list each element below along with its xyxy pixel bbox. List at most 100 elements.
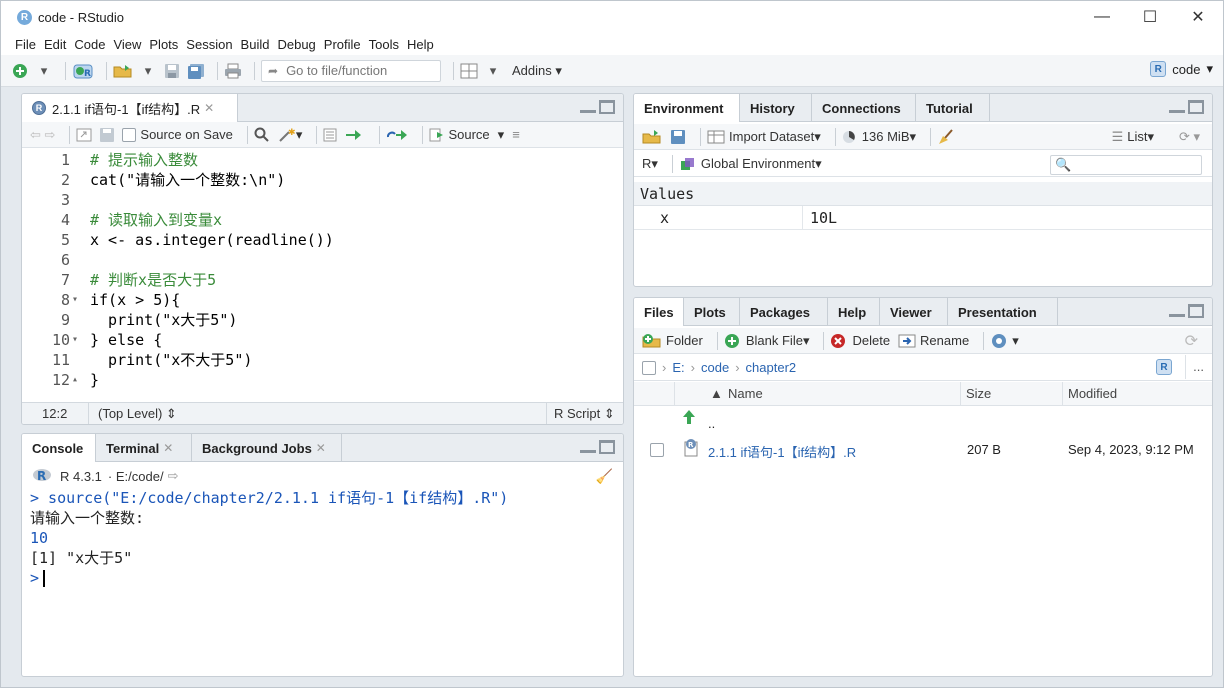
tab-packages[interactable]: Packages (740, 298, 828, 326)
show-in-window-icon[interactable] (76, 128, 92, 142)
environment-variable-row[interactable]: x 10L (634, 206, 1212, 230)
source-button[interactable]: Source (429, 127, 490, 142)
close-icon[interactable]: ✕ (204, 101, 214, 115)
breadcrumb-drive[interactable]: E: (672, 360, 684, 375)
menu-help[interactable]: Help (407, 37, 434, 52)
new-project-icon[interactable]: R (72, 61, 94, 81)
menu-plots[interactable]: Plots (149, 37, 178, 52)
console-output[interactable]: > source("E:/code/chapter2/2.1.1 if语句-1【… (30, 488, 615, 588)
rename-button[interactable]: Rename (898, 333, 969, 348)
file-checkbox[interactable] (650, 443, 664, 457)
menu-profile[interactable]: Profile (324, 37, 361, 52)
source-on-save-checkbox[interactable]: Source on Save (122, 127, 233, 142)
save-workspace-icon[interactable] (670, 129, 686, 145)
close-button[interactable]: ✕ (1175, 1, 1221, 33)
pane-min-max[interactable] (1169, 100, 1204, 114)
tab-environment[interactable]: Environment (634, 94, 740, 122)
rerun-icon[interactable] (386, 129, 408, 141)
console-prompt-line[interactable]: > (30, 568, 615, 588)
column-size[interactable]: Size (966, 386, 991, 401)
goto-file-input[interactable]: ➦ Go to file/function (261, 59, 441, 82)
go-to-directory-icon[interactable]: ⇨ (168, 468, 179, 484)
import-dataset-button[interactable]: Import Dataset ▾ (707, 129, 821, 145)
align-icon[interactable]: ≡ (512, 127, 520, 142)
grid-layout-icon[interactable] (460, 61, 478, 81)
save-icon[interactable] (100, 127, 115, 142)
save-all-icon[interactable] (187, 61, 205, 81)
print-icon[interactable] (224, 61, 242, 81)
minimize-button[interactable]: — (1079, 1, 1125, 33)
list-view-button[interactable]: ☰ List ▾ (1112, 129, 1154, 145)
parent-directory-row[interactable]: .. (634, 406, 1212, 434)
chevron-down-icon[interactable]: ▾ (484, 61, 502, 81)
load-workspace-icon[interactable] (642, 129, 662, 145)
fold-marker[interactable]: ▴ (72, 370, 84, 390)
file-name-link[interactable]: 2.1.1 if语句-1【if结构】.R (708, 442, 856, 461)
pane-min-max[interactable] (580, 100, 615, 114)
menu-session[interactable]: Session (186, 37, 232, 52)
menu-tools[interactable]: Tools (369, 37, 399, 52)
scope-selector[interactable]: (Top Level) ⇕ (98, 406, 177, 422)
menu-debug[interactable]: Debug (277, 37, 315, 52)
open-folder-icon[interactable] (113, 61, 133, 81)
more-gear-menu[interactable]: ▾ (990, 332, 1019, 350)
select-all-checkbox[interactable] (642, 360, 656, 375)
fold-marker[interactable]: ▾ (72, 290, 84, 310)
environment-search-input[interactable]: 🔍 (1050, 155, 1202, 175)
editor-tab[interactable]: R 2.1.1 if语句-1【if结构】.R ✕ (22, 94, 238, 122)
chevron-down-icon[interactable]: ▾ (139, 61, 157, 81)
pane-min-max[interactable] (580, 440, 615, 454)
close-icon[interactable]: ✕ (316, 441, 326, 455)
tab-terminal[interactable]: Terminal ✕ (96, 434, 192, 462)
menu-file[interactable]: File (15, 37, 36, 52)
chevron-down-icon[interactable]: ▾ (35, 61, 53, 81)
more-options-button[interactable]: ... (1193, 359, 1204, 374)
refresh-icon[interactable]: ⟳ (1185, 331, 1198, 351)
back-forward-icon[interactable]: ⇦ ⇨ (30, 127, 55, 143)
menu-view[interactable]: View (113, 37, 141, 52)
menu-code[interactable]: Code (74, 37, 105, 52)
tab-connections[interactable]: Connections (812, 94, 916, 122)
memory-usage-button[interactable]: 136 MiB ▾ (842, 129, 916, 145)
menu-build[interactable]: Build (241, 37, 270, 52)
clear-console-icon[interactable]: 🧹 (596, 468, 613, 485)
breadcrumb-code[interactable]: code (701, 360, 729, 375)
new-folder-button[interactable]: Folder (642, 333, 703, 349)
tab-history[interactable]: History (740, 94, 812, 122)
search-icon[interactable] (254, 127, 270, 143)
project-menu[interactable]: R code ▾ (1150, 61, 1213, 77)
run-line-icon[interactable] (345, 129, 365, 141)
pane-min-max[interactable] (1169, 304, 1204, 318)
magic-wand-icon[interactable]: ✱ ▾ (278, 127, 302, 143)
fold-marker[interactable]: ▾ (72, 330, 84, 350)
tab-plots[interactable]: Plots (684, 298, 740, 326)
document-outline-icon[interactable] (323, 128, 337, 142)
menu-edit[interactable]: Edit (44, 37, 66, 52)
language-selector[interactable]: R ▾ (642, 156, 658, 172)
maximize-button[interactable]: ☐ (1127, 1, 1173, 33)
tab-help[interactable]: Help (828, 298, 880, 326)
new-file-icon[interactable] (11, 61, 29, 81)
close-icon[interactable]: ✕ (163, 441, 173, 455)
tab-tutorial[interactable]: Tutorial (916, 94, 990, 122)
tab-presentation[interactable]: Presentation (948, 298, 1058, 326)
save-icon[interactable] (163, 61, 181, 81)
tab-background-jobs[interactable]: Background Jobs ✕ (192, 434, 342, 462)
file-row[interactable]: R 2.1.1 if语句-1【if结构】.R 207 B Sep 4, 2023… (634, 436, 1212, 464)
filetype-selector[interactable]: R Script ⇕ (554, 406, 615, 422)
broom-icon[interactable] (937, 128, 955, 145)
chevron-down-icon[interactable]: ▾ (498, 127, 505, 143)
working-directory[interactable]: · E:/code/ (108, 469, 164, 484)
delete-button[interactable]: Delete (830, 333, 890, 349)
tab-files[interactable]: Files (634, 298, 684, 326)
column-modified[interactable]: Modified (1068, 386, 1117, 401)
go-to-project-icon[interactable]: R (1156, 359, 1172, 375)
code-editor[interactable]: 1 # 提示输入整数 2 cat("请输入一个整数:\n") 3 4 # 读取输入到变… (22, 150, 623, 403)
tab-viewer[interactable]: Viewer (880, 298, 948, 326)
environment-scope-selector[interactable]: Global Environment ▾ (679, 156, 822, 172)
breadcrumb-chapter2[interactable]: chapter2 (746, 360, 797, 375)
addins-menu[interactable]: Addins ▾ (512, 63, 562, 79)
tab-console[interactable]: Console (22, 434, 96, 462)
column-name[interactable]: Name (728, 386, 763, 401)
refresh-icon[interactable]: ⟳ ▾ (1179, 129, 1200, 145)
